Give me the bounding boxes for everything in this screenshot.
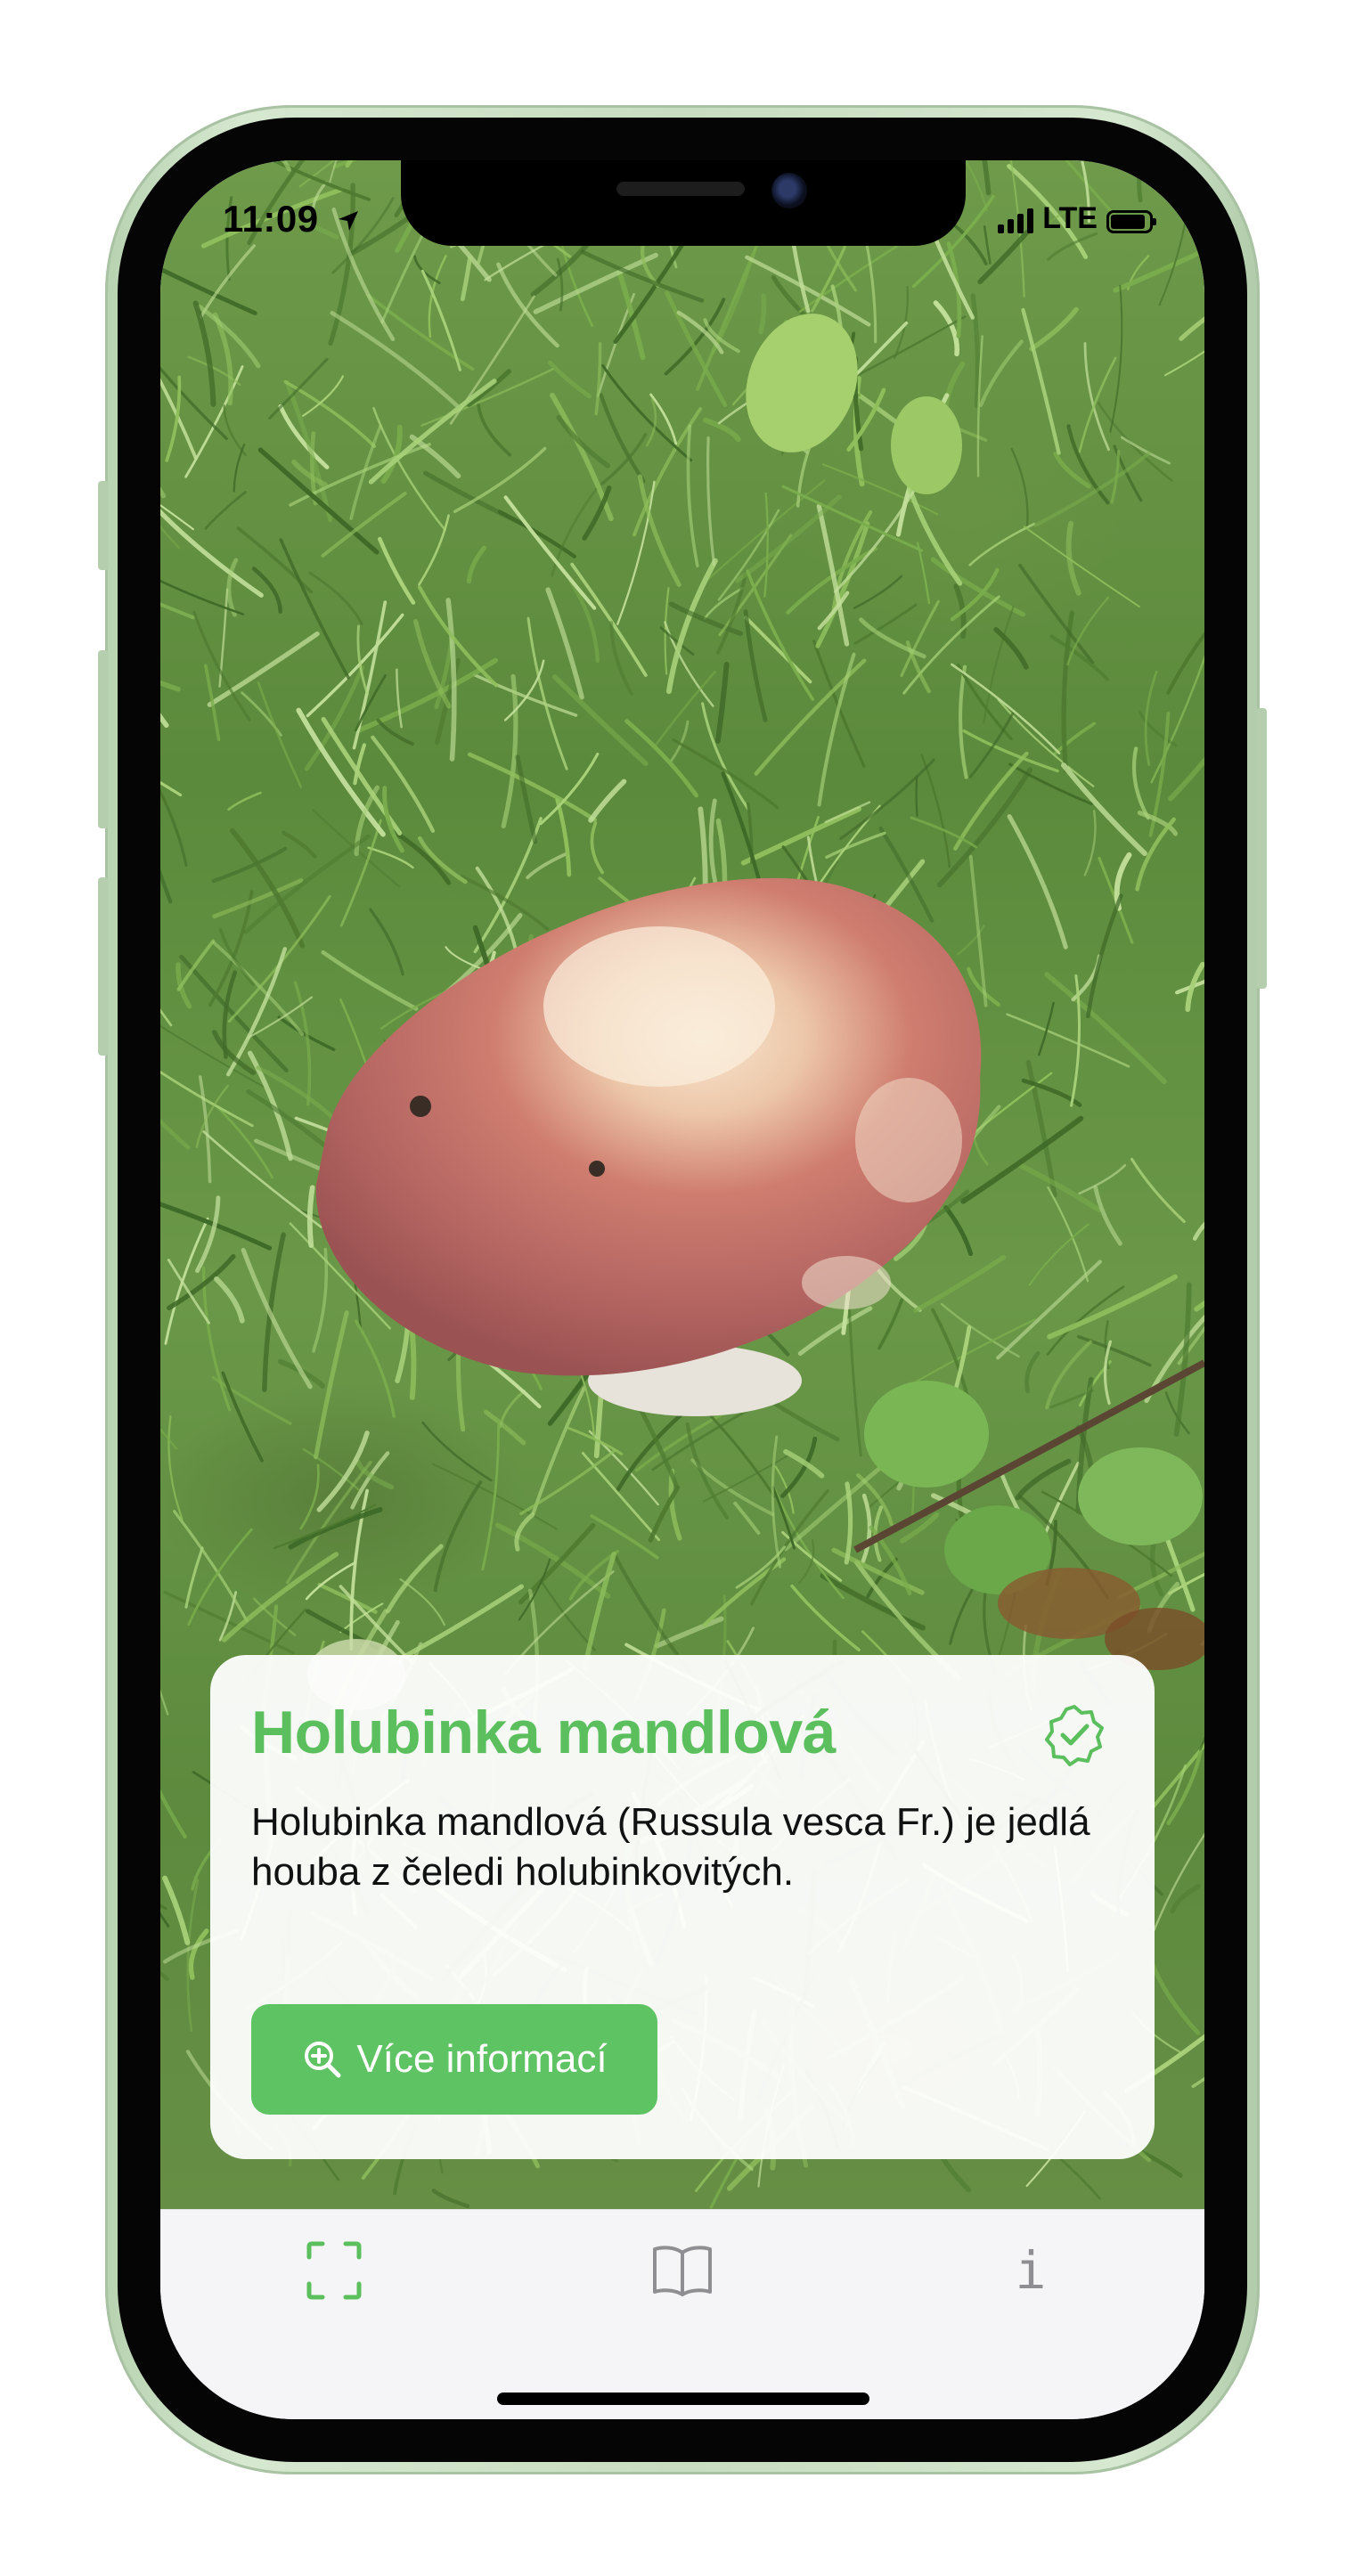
- verified-check-icon: [1045, 1705, 1104, 1766]
- signal-bars-icon: [998, 208, 1034, 233]
- tab-info[interactable]: i: [991, 2235, 1071, 2306]
- camera-notch: [401, 160, 966, 246]
- network-type: LTE: [1042, 201, 1098, 235]
- open-book-icon: [653, 2246, 712, 2296]
- battery-icon: [1106, 210, 1156, 233]
- tab-bar: i: [160, 2209, 1204, 2419]
- identification-card: Holubinka mandlová Holubinka mandlová (R…: [210, 1655, 1155, 2159]
- info-i-icon: i: [1015, 2240, 1047, 2301]
- zoom-in-icon: [305, 2042, 341, 2078]
- status-time: 11:09: [223, 198, 362, 240]
- location-arrow-icon: [338, 211, 358, 231]
- front-camera: [771, 173, 807, 208]
- status-indicators: LTE: [998, 201, 1156, 235]
- more-info-label: Více informací: [356, 2037, 608, 2081]
- phone-screen: 11:09 LTE Holubinka mandlová Holubinka m…: [160, 160, 1204, 2419]
- species-description: Holubinka mandlová (Russula vesca Fr.) j…: [251, 1800, 1090, 1894]
- home-indicator[interactable]: [497, 2393, 869, 2405]
- tab-atlas[interactable]: [642, 2235, 722, 2306]
- volume-up-button: [98, 650, 109, 828]
- scan-frame-icon: [306, 2241, 362, 2300]
- more-info-button[interactable]: Více informací: [251, 2004, 657, 2115]
- volume-down-button: [98, 877, 109, 1056]
- mushroom-cap: [315, 877, 982, 1416]
- status-time-label: 11:09: [223, 198, 319, 240]
- power-button: [1256, 708, 1267, 989]
- tab-scan[interactable]: [294, 2235, 374, 2306]
- species-title: Holubinka mandlová: [251, 1699, 837, 1766]
- earpiece-speaker: [616, 182, 745, 196]
- silent-switch: [98, 481, 109, 570]
